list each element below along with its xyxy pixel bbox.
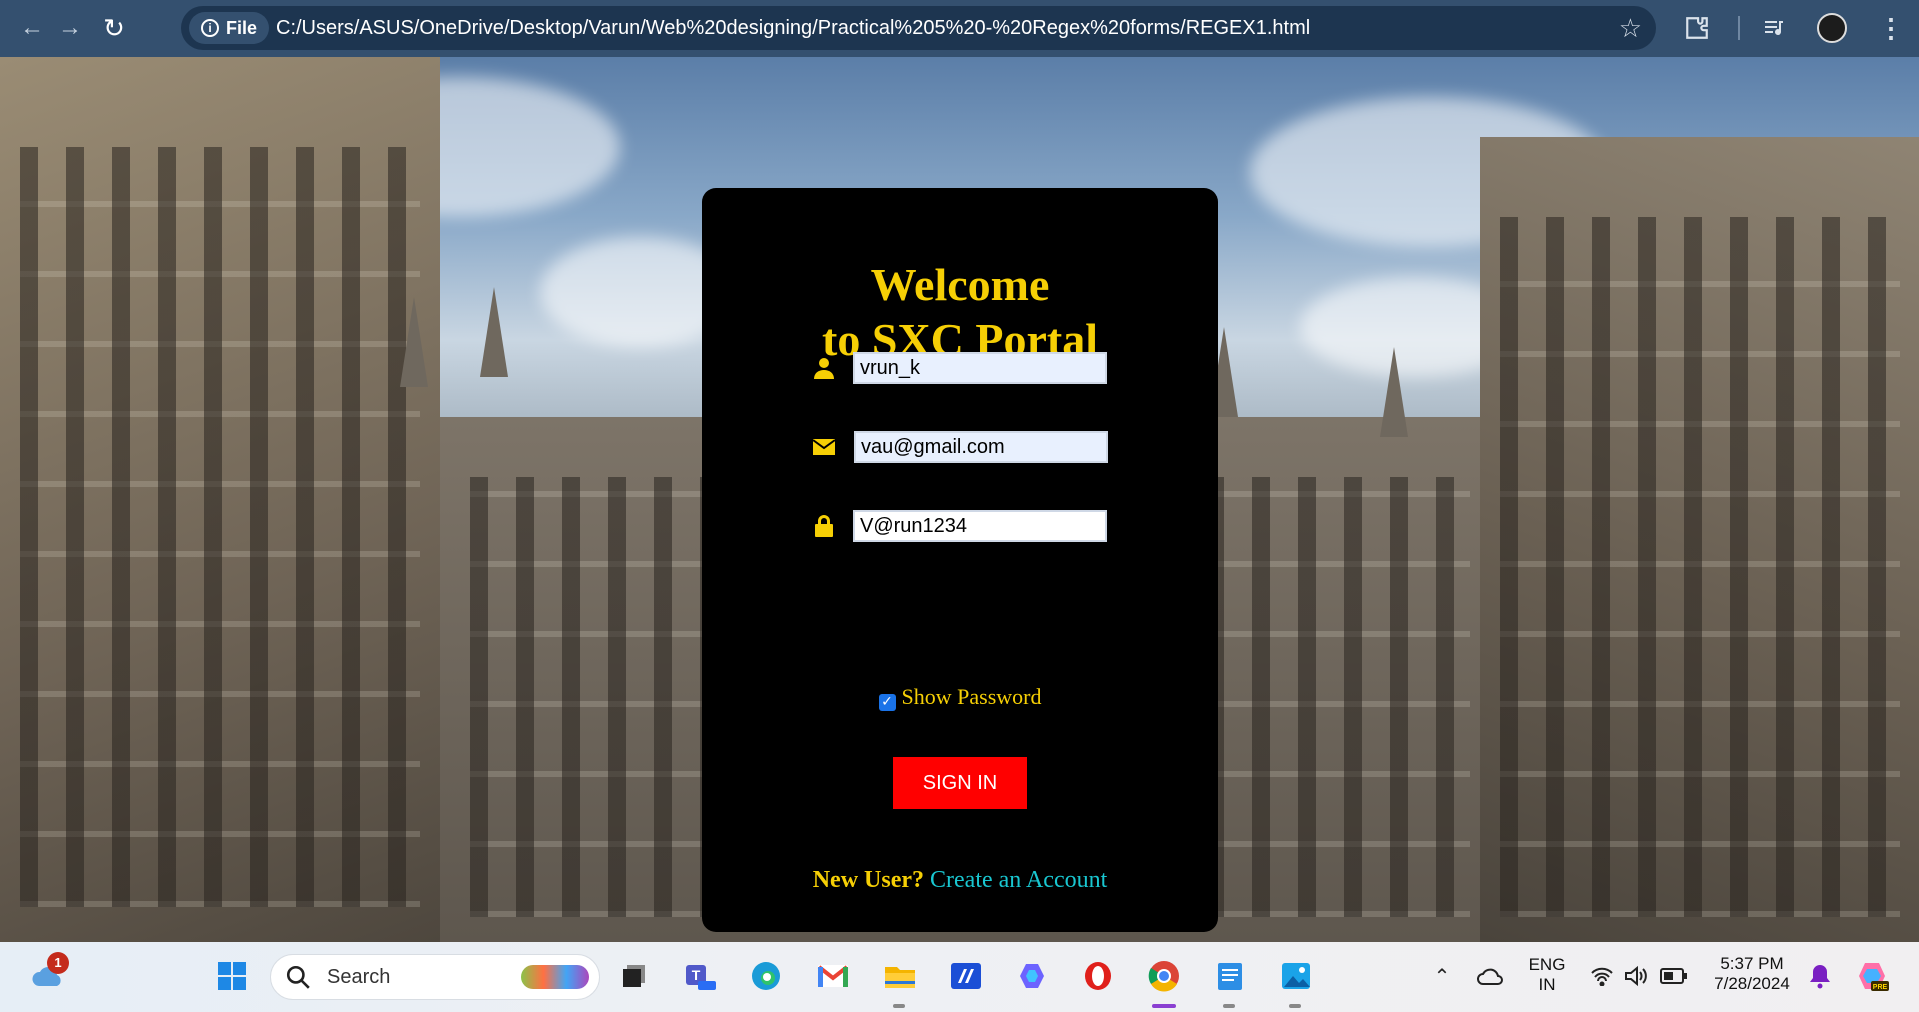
start-icon[interactable] — [212, 956, 252, 996]
photos-running-indicator — [1289, 1004, 1301, 1008]
notepad-running-indicator — [1223, 1004, 1235, 1008]
language-line1: ENG — [1528, 955, 1566, 974]
password-row — [812, 510, 1112, 542]
lock-icon — [812, 514, 836, 538]
onedrive-icon[interactable] — [1470, 956, 1510, 996]
welcome-title: Welcome — [870, 259, 1050, 310]
weather-badge: 1 — [47, 952, 69, 974]
opera-icon[interactable] — [1078, 956, 1118, 996]
language-line2: IN — [1538, 975, 1556, 994]
file-explorer-icon[interactable] — [880, 956, 920, 996]
notification-bell-icon[interactable] — [1800, 956, 1840, 996]
explorer-running-indicator — [893, 1004, 905, 1008]
profile-avatar[interactable] — [1817, 10, 1847, 46]
notepad-icon[interactable] — [1210, 956, 1250, 996]
reload-icon[interactable]: ↻ — [96, 10, 132, 46]
left-building-windows — [20, 147, 420, 907]
spire-shape — [400, 297, 428, 387]
email-input[interactable] — [854, 431, 1108, 463]
language-indicator[interactable]: ENG IN — [1524, 955, 1570, 995]
search-placeholder: Search — [327, 966, 391, 988]
email-row — [812, 431, 1112, 463]
username-row — [812, 352, 1112, 384]
clock[interactable]: 5:37 PM 7/28/2024 — [1702, 954, 1802, 994]
svg-text:PRE: PRE — [1873, 984, 1888, 991]
gmail-icon[interactable] — [813, 956, 853, 996]
spire-shape — [1380, 347, 1408, 437]
password-input[interactable] — [853, 510, 1107, 542]
show-password-label[interactable]: Show Password — [902, 684, 1042, 709]
envelope-icon — [812, 435, 836, 459]
file-chip-label: File — [225, 17, 257, 38]
teams-icon[interactable]: T — [680, 956, 720, 996]
username-input[interactable] — [853, 352, 1107, 384]
extensions-icon[interactable] — [1684, 10, 1710, 46]
chrome-icon[interactable] — [1144, 956, 1184, 996]
user-icon — [812, 356, 836, 380]
photos-icon[interactable] — [1276, 956, 1316, 996]
sign-in-button[interactable]: SIGN IN — [893, 757, 1027, 809]
search-icon — [285, 964, 313, 992]
search-highlight-icon — [521, 965, 589, 989]
right-building-windows — [1500, 217, 1900, 917]
info-icon: i — [200, 19, 219, 37]
page-background: Welcome to SXC Portal ✓Show Password SIG… — [0, 57, 1919, 942]
back-arrow-icon[interactable]: ← — [14, 10, 50, 46]
url-text[interactable]: C:/Users/ASUS/OneDrive/Desktop/Varun/Web… — [276, 6, 1310, 50]
clock-time: 5:37 PM — [1720, 954, 1784, 973]
svg-text:T: T — [692, 967, 701, 983]
forward-arrow-icon[interactable]: → — [52, 10, 88, 46]
volume-icon[interactable] — [1616, 956, 1656, 996]
address-bar[interactable]: i File C:/Users/ASUS/OneDrive/Desktop/Va… — [181, 6, 1656, 50]
bookmark-star-icon[interactable]: ☆ — [1619, 6, 1642, 50]
chrome-active-indicator — [1152, 1004, 1176, 1008]
ms365-icon[interactable] — [946, 956, 986, 996]
taskbar-search[interactable]: Search — [270, 954, 600, 1000]
toolbar-divider — [1738, 16, 1740, 40]
login-card: Welcome to SXC Portal ✓Show Password SIG… — [702, 188, 1218, 932]
clock-date: 7/28/2024 — [1714, 974, 1790, 993]
new-user-text: New User? — [812, 867, 925, 893]
battery-icon[interactable] — [1654, 956, 1694, 996]
site-info-chip[interactable]: i File — [189, 12, 269, 44]
show-password-checkbox[interactable]: ✓ — [878, 694, 896, 711]
windows-taskbar: 1 Search T ⌃ ENG IN 5:37 PM 7/28/2024 PR… — [0, 942, 1919, 1012]
show-hidden-icons-chevron-icon[interactable]: ⌃ — [1422, 956, 1462, 996]
more-menu-icon[interactable]: ⋮ — [1878, 10, 1904, 46]
copilot-preview-icon[interactable]: PRE — [1852, 956, 1892, 996]
new-user-line: New User? Create an Account — [702, 867, 1218, 894]
spire-shape — [480, 287, 508, 377]
browser-toolbar: ← → ↻ i File C:/Users/ASUS/OneDrive/Desk… — [0, 0, 1919, 57]
media-control-icon[interactable] — [1762, 10, 1786, 46]
show-password-control[interactable]: ✓ Show Password — [702, 684, 1218, 711]
task-view-icon[interactable] — [614, 956, 654, 996]
edge-icon[interactable] — [746, 956, 786, 996]
create-account-link[interactable]: Create an Account — [930, 867, 1107, 893]
copilot-icon[interactable] — [1012, 956, 1052, 996]
